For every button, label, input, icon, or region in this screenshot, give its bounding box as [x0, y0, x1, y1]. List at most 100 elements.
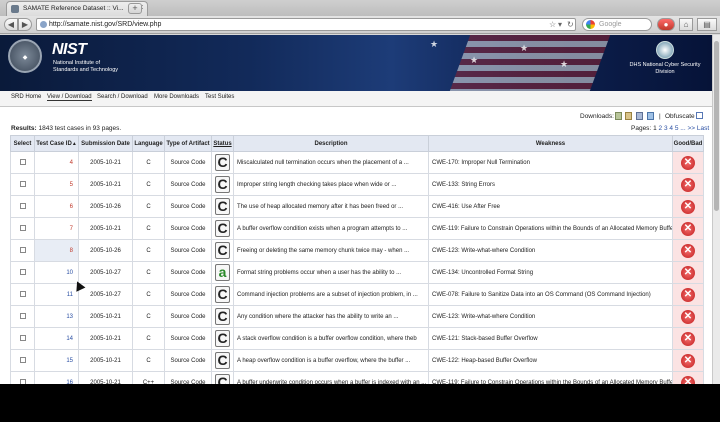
bad-x-icon[interactable]: ✕	[681, 309, 695, 324]
weakness: CWE-123: Write-what-where Condition	[428, 305, 673, 328]
page-link[interactable]: 2	[659, 125, 663, 132]
row-checkbox[interactable]	[19, 290, 26, 297]
nav-more-downloads[interactable]: More Downloads	[154, 94, 199, 100]
good-bad-cell: ✕	[672, 327, 704, 350]
download-tar-icon[interactable]	[625, 112, 632, 120]
forward-button[interactable]: ▶	[18, 18, 32, 31]
sort-asc-icon[interactable]: ▲	[72, 141, 77, 147]
nist-logo[interactable]: NIST	[52, 41, 87, 59]
menu-icon[interactable]: ▤	[697, 18, 717, 31]
back-button[interactable]: ◀	[4, 18, 18, 31]
header-artifact[interactable]: Type of Artifact	[164, 135, 212, 152]
bad-x-icon[interactable]: ✕	[681, 155, 695, 170]
dropdown-arrow-icon[interactable]: ▾	[558, 19, 562, 30]
status-badge-icon[interactable]: C	[215, 308, 230, 325]
nav-test-suites[interactable]: Test Suites	[205, 94, 234, 100]
status-badge-icon[interactable]: C	[215, 198, 230, 215]
status-badge-icon[interactable]: C	[215, 286, 230, 303]
nav-view-download[interactable]: View / Download	[47, 94, 92, 101]
page-link[interactable]: 5	[675, 125, 679, 132]
language: C	[132, 195, 165, 218]
page-link[interactable]: 4	[669, 125, 673, 132]
new-tab-button[interactable]: +	[128, 3, 142, 14]
samate-seal-icon: ◆	[8, 39, 42, 73]
page-link[interactable]: 3	[664, 125, 668, 132]
last-page-link[interactable]: Last	[697, 125, 709, 132]
vertical-scrollbar[interactable]	[712, 35, 720, 384]
row-checkbox[interactable]	[19, 356, 26, 363]
dhs-title-line2: Division	[655, 69, 675, 75]
bookmark-star-icon[interactable]: ☆	[549, 19, 556, 30]
bad-x-icon[interactable]: ✕	[681, 221, 695, 236]
test-case-id-link[interactable]: 15	[34, 349, 79, 372]
bad-x-icon[interactable]: ✕	[681, 177, 695, 192]
good-bad-cell: ✕	[672, 261, 704, 284]
bad-x-icon[interactable]: ✕	[681, 375, 695, 384]
header-good-bad[interactable]: Good/Bad	[672, 135, 704, 152]
status-badge-icon[interactable]: C	[215, 352, 230, 369]
browser-tab[interactable]: SAMATE Reference Dataset :: Vi... x	[6, 1, 148, 16]
bad-x-icon[interactable]: ✕	[681, 265, 695, 280]
test-case-id-link[interactable]: 7	[34, 217, 79, 240]
artifact-type: Source Code	[164, 173, 212, 196]
header-description[interactable]: Description	[233, 135, 429, 152]
status-badge-icon[interactable]: C	[215, 242, 230, 259]
nav-search-download[interactable]: Search / Download	[97, 94, 148, 100]
test-case-id-link[interactable]: 16	[34, 371, 79, 384]
row-checkbox[interactable]	[19, 312, 26, 319]
bad-x-icon[interactable]: ✕	[681, 353, 695, 368]
test-case-id-link[interactable]: 4	[34, 151, 79, 174]
test-case-id-link[interactable]: 5	[34, 173, 79, 196]
row-checkbox[interactable]	[19, 334, 26, 341]
header-test-case-id[interactable]: Test Case ID▲	[34, 135, 79, 152]
table-body: 4 2005-10-21 C Source Code C Miscalculated nu…	[10, 151, 704, 384]
submission-date: 2005-10-21	[78, 217, 133, 240]
test-case-id-link[interactable]: 13	[34, 305, 79, 328]
row-checkbox[interactable]	[19, 202, 26, 209]
header-status[interactable]: Status	[211, 135, 234, 152]
page-link[interactable]: ...	[680, 125, 685, 132]
adblock-icon[interactable]: ●	[657, 18, 675, 31]
test-case-id-link[interactable]: 8	[34, 239, 79, 262]
test-case-id-link[interactable]: 14	[34, 327, 79, 350]
status-badge-icon[interactable]: a	[215, 264, 230, 281]
row-checkbox[interactable]	[19, 180, 26, 187]
header-submission-date[interactable]: Submission Date	[78, 135, 133, 152]
test-case-id-link[interactable]: 6	[34, 195, 79, 218]
reload-icon[interactable]: ↻	[567, 19, 574, 30]
header-language[interactable]: Language	[132, 135, 165, 152]
url-bar[interactable]: http://samate.nist.gov/SRD/view.php ☆ ▾ …	[36, 18, 576, 31]
test-case-id-link[interactable]: 10	[34, 261, 79, 284]
next-pages-link[interactable]: >>	[687, 125, 695, 132]
bad-x-icon[interactable]: ✕	[681, 243, 695, 258]
obfuscate-checkbox[interactable]	[696, 112, 703, 119]
weakness: CWE-170: Improper Null Termination	[428, 151, 673, 174]
download-all-icon[interactable]	[647, 112, 654, 120]
status-badge-icon[interactable]: C	[215, 154, 230, 171]
row-checkbox[interactable]	[19, 378, 26, 384]
page-link[interactable]: 1	[653, 125, 657, 132]
status-badge-icon[interactable]: C	[215, 330, 230, 347]
row-checkbox[interactable]	[19, 224, 26, 231]
weakness: CWE-134: Uncontrolled Format String	[428, 261, 673, 284]
submission-date: 2005-10-26	[78, 239, 133, 262]
bad-x-icon[interactable]: ✕	[681, 287, 695, 302]
status-badge-icon[interactable]: C	[215, 176, 230, 193]
test-case-id-link[interactable]: 11	[34, 283, 79, 306]
header-weakness[interactable]: Weakness	[428, 135, 673, 152]
download-xml-icon[interactable]	[636, 112, 643, 120]
row-checkbox[interactable]	[19, 246, 26, 253]
bad-x-icon[interactable]: ✕	[681, 199, 695, 214]
nav-srd-home[interactable]: SRD Home	[11, 94, 41, 100]
scrollbar-thumb[interactable]	[714, 41, 719, 211]
status-badge-icon[interactable]: C	[215, 220, 230, 237]
download-zip-icon[interactable]	[615, 112, 622, 120]
bad-x-icon[interactable]: ✕	[681, 331, 695, 346]
dhs-title-line1: DHS National Cyber Security	[629, 62, 701, 68]
star-decoration-icon: ★	[520, 43, 529, 53]
search-input[interactable]: Google	[582, 18, 652, 31]
status-badge-icon[interactable]: C	[215, 374, 230, 384]
row-checkbox[interactable]	[19, 268, 26, 275]
home-icon[interactable]: ⌂	[679, 18, 693, 31]
row-checkbox[interactable]	[19, 158, 26, 165]
